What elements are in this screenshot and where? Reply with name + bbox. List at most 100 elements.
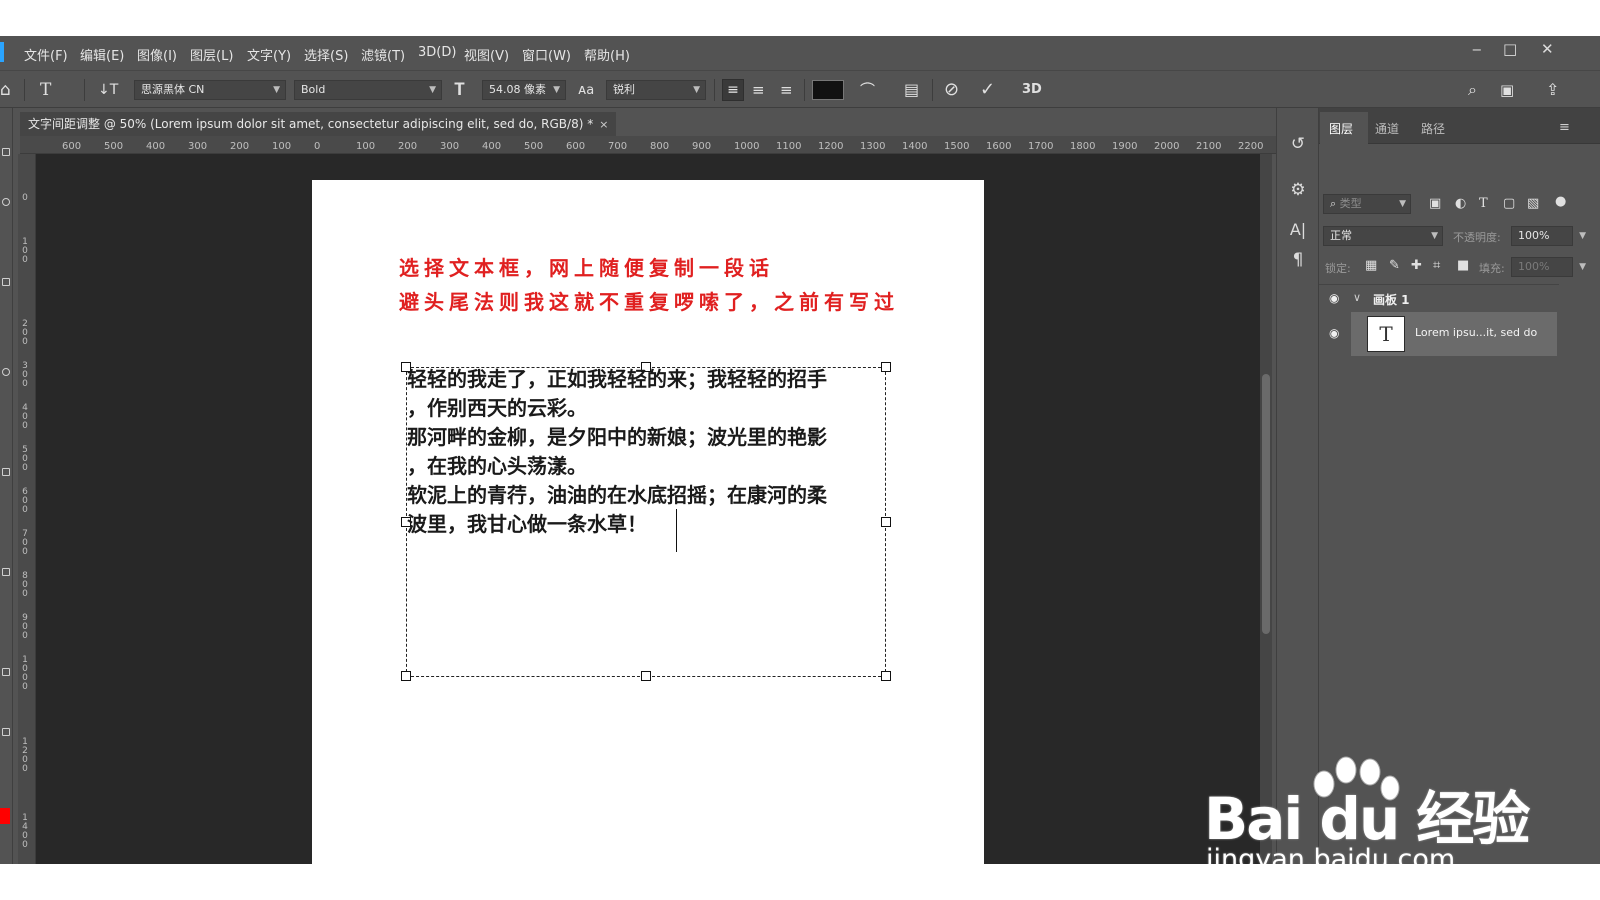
maximize-icon[interactable]: □ [1503, 40, 1517, 58]
share-icon[interactable]: ⇪ [1546, 80, 1559, 100]
ruler-tick: 400 [146, 141, 166, 152]
layer-filter-select[interactable]: ⌕ 类型 ▼ [1323, 194, 1411, 214]
artboard[interactable]: 选择文本框，网上随便复制一段话 避头尾法则我这就不重复啰嗦了，之前有写过 轻轻的… [312, 180, 984, 864]
menu-view[interactable]: 视图(V) [464, 45, 509, 64]
ruler-tick: 900 [22, 613, 28, 641]
lock-position-icon[interactable]: ✚ [1411, 258, 1422, 273]
close-tab-icon[interactable]: × [599, 118, 608, 131]
visibility-eye-icon[interactable]: ◉ [1329, 326, 1339, 340]
text-line: 轻轻的我走了，正如我轻轻的来；我轻轻的招手 [407, 367, 827, 391]
filter-pixel-icon[interactable]: ▣ [1429, 196, 1441, 211]
marquee-tool-icon[interactable] [2, 148, 10, 156]
foreground-color-swatch[interactable] [0, 808, 10, 824]
antialias-select[interactable]: 锐利 ▼ [606, 80, 706, 100]
crop-tool-icon[interactable] [2, 278, 10, 286]
resize-handle-bottom-left[interactable] [401, 671, 411, 681]
resize-handle-bottom-right[interactable] [881, 671, 891, 681]
lock-artboard-icon[interactable]: ⌗ [1433, 258, 1440, 273]
create-3d-button[interactable]: 3D [1022, 80, 1042, 100]
menu-edit[interactable]: 编辑(E) [80, 45, 124, 64]
hand-tool-icon[interactable] [2, 728, 10, 736]
ruler-tick: 1100 [776, 141, 802, 152]
shape-tool-icon[interactable] [2, 668, 10, 676]
menu-layer[interactable]: 图层(L) [190, 45, 233, 64]
ruler-tick: 1400 [22, 813, 28, 850]
commit-icon[interactable]: ✓ [980, 80, 995, 100]
history-icon[interactable]: ↺ [1287, 134, 1309, 154]
blend-mode-select[interactable]: 正常 ▼ [1323, 226, 1443, 246]
ruler-tick: 0 [22, 193, 28, 203]
pen-tool-icon[interactable] [2, 568, 10, 576]
close-icon[interactable]: ✕ [1541, 40, 1554, 58]
ruler-tick: 700 [608, 141, 628, 152]
align-center-icon[interactable]: ≡ [752, 80, 765, 100]
filter-shape-icon[interactable]: ▢ [1503, 196, 1515, 211]
character-icon[interactable]: A| [1287, 220, 1309, 239]
menu-3d[interactable]: 3D(D) [418, 45, 456, 60]
font-style-select[interactable]: Bold ▼ [294, 80, 442, 100]
ruler-tick: 600 [62, 141, 82, 152]
search-icon[interactable]: ⌕ [1468, 80, 1477, 100]
type-tool-icon[interactable]: T [40, 80, 51, 100]
tab-channels[interactable]: 通道 [1375, 120, 1399, 137]
lock-all-icon[interactable]: ■ [1457, 258, 1469, 273]
paragraph-icon[interactable]: ¶ [1287, 250, 1309, 270]
home-icon[interactable]: ⌂ [0, 80, 11, 100]
opacity-input[interactable]: 100% ▼ [1511, 226, 1586, 246]
chevron-down-icon[interactable]: ∨ [1353, 291, 1361, 304]
font-size-icon: 𝐓 [454, 80, 465, 100]
warp-text-icon[interactable]: ⌒ [860, 80, 875, 100]
fill-value: 100% [1518, 260, 1550, 273]
panel-menu-icon[interactable]: ≡ [1559, 120, 1570, 135]
layer-row-artboard[interactable]: ◉ ∨ 画板 1 [1319, 284, 1559, 312]
align-left-button[interactable]: ≡ [722, 79, 744, 101]
paragraph-text[interactable]: 轻轻的我走了，正如我轻轻的来；我轻轻的招手 ，作别西天的云彩。 那河畔的金柳，是… [407, 365, 887, 539]
ruler-tick: 1200 [818, 141, 844, 152]
baidu-watermark: Bai du 经验 jingyan.baidu.com [1204, 750, 1530, 864]
align-right-icon[interactable]: ≡ [780, 80, 793, 100]
filter-type-icon[interactable]: T [1479, 196, 1488, 211]
antialias-icon: ᴀa [578, 82, 595, 98]
visibility-eye-icon[interactable]: ◉ [1329, 291, 1339, 305]
resize-handle-bottom-center[interactable] [641, 671, 651, 681]
chevron-down-icon: ▼ [429, 85, 436, 95]
menu-window[interactable]: 窗口(W) [522, 45, 571, 64]
fill-input[interactable]: 100% ▼ [1511, 257, 1586, 277]
menu-type[interactable]: 文字(Y) [247, 45, 291, 64]
filter-smart-object-icon[interactable]: ▧ [1527, 196, 1539, 211]
lasso-tool-icon[interactable] [2, 198, 10, 206]
menu-help[interactable]: 帮助(H) [584, 45, 630, 64]
filter-toggle-icon[interactable]: ● [1555, 194, 1566, 209]
filter-adjustment-icon[interactable]: ◐ [1455, 196, 1466, 211]
text-orientation-icon[interactable]: ↓T [98, 80, 118, 100]
chevron-down-icon: ▼ [1579, 262, 1586, 272]
menu-filter[interactable]: 滤镜(T) [361, 45, 405, 64]
font-family-select[interactable]: 思源黑体 CN ▼ [134, 80, 286, 100]
chevron-down-icon: ▼ [693, 85, 700, 95]
ruler-tick: 100 [22, 237, 28, 265]
layer-row-text[interactable]: T Lorem ipsu...it, sed do [1351, 312, 1557, 356]
tab-layers[interactable]: 图层 [1329, 120, 1353, 137]
tab-paths[interactable]: 路径 [1421, 120, 1445, 137]
antialias-glyph: a [586, 83, 595, 98]
chevron-down-icon: ▼ [273, 85, 280, 95]
lock-image-icon[interactable]: ✎ [1389, 258, 1400, 273]
scrollbar-thumb[interactable] [1262, 374, 1270, 634]
menu-image[interactable]: 图像(I) [137, 45, 177, 64]
workspace-icon[interactable]: ▣ [1500, 80, 1514, 100]
eraser-tool-icon[interactable] [2, 468, 10, 476]
brush-tool-icon[interactable] [2, 368, 10, 376]
menu-file[interactable]: 文件(F) [24, 45, 68, 64]
menu-select[interactable]: 选择(S) [304, 45, 348, 64]
lock-transparent-icon[interactable]: ▦ [1365, 258, 1377, 273]
text-layer-thumbnail: T [1367, 316, 1405, 352]
font-size-input[interactable]: 54.08 像素 ▼ [482, 80, 566, 100]
character-panel-icon[interactable]: ▤ [904, 80, 919, 100]
minimize-icon[interactable]: ‒ [1472, 40, 1482, 58]
properties-icon[interactable]: ⚙ [1287, 180, 1309, 200]
cancel-icon[interactable]: ⊘ [944, 80, 959, 100]
divider [24, 79, 25, 101]
chevron-down-icon: ▼ [1399, 199, 1406, 209]
text-color-swatch[interactable] [812, 80, 844, 100]
document-tab[interactable]: 文字间距调整 @ 50% (Lorem ipsum dolor sit amet… [20, 112, 617, 136]
